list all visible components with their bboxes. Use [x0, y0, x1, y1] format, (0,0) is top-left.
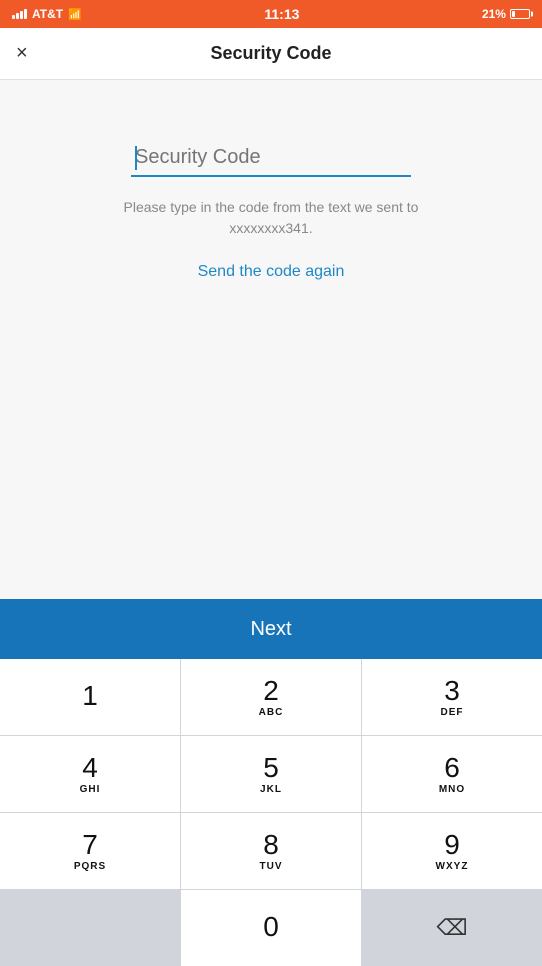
keypad: 1 2 ABC 3 DEF 4 GHI 5 JKL 6 MNO 7 PQRS 8…: [0, 659, 542, 966]
key-6[interactable]: 6 MNO: [362, 736, 542, 812]
key-delete[interactable]: ⌫: [362, 890, 542, 966]
status-bar: AT&T 📶 11:13 21%: [0, 0, 542, 28]
main-content: Please type in the code from the text we…: [0, 80, 542, 599]
next-button[interactable]: Next: [0, 599, 542, 659]
security-input-container: [131, 140, 411, 177]
key-4[interactable]: 4 GHI: [0, 736, 180, 812]
key-5[interactable]: 5 JKL: [181, 736, 361, 812]
close-button[interactable]: ×: [16, 42, 28, 65]
key-empty: [0, 890, 180, 966]
nav-bar: × Security Code: [0, 28, 542, 80]
security-code-input[interactable]: [131, 140, 411, 175]
battery-icon: [510, 9, 530, 19]
key-7[interactable]: 7 PQRS: [0, 813, 180, 889]
key-1[interactable]: 1: [0, 659, 180, 735]
signal-icon: [12, 9, 27, 19]
status-time: 11:13: [264, 6, 299, 22]
battery-percent: 21%: [482, 7, 506, 21]
page-title: Security Code: [210, 43, 331, 64]
key-2[interactable]: 2 ABC: [181, 659, 361, 735]
key-8[interactable]: 8 TUV: [181, 813, 361, 889]
key-9[interactable]: 9 WXYZ: [362, 813, 542, 889]
backspace-icon: ⌫: [436, 915, 467, 941]
resend-code-link[interactable]: Send the code again: [198, 263, 345, 281]
wifi-icon: 📶: [68, 8, 82, 21]
key-3[interactable]: 3 DEF: [362, 659, 542, 735]
help-text: Please type in the code from the text we…: [121, 197, 421, 239]
status-left: AT&T 📶: [12, 7, 82, 21]
carrier-label: AT&T: [32, 7, 63, 21]
next-button-label: Next: [250, 618, 291, 641]
text-cursor: [135, 146, 137, 170]
key-0[interactable]: 0: [181, 890, 361, 966]
status-right: 21%: [482, 7, 530, 21]
